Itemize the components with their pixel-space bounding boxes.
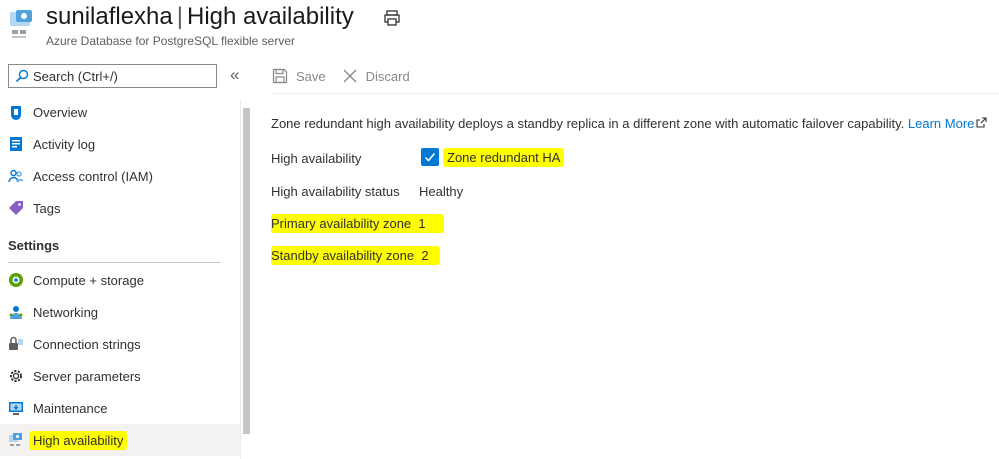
networking-icon (8, 304, 24, 320)
tag-icon (8, 200, 24, 216)
sidebar-item-overview[interactable]: Overview (0, 96, 240, 128)
zone-redundant-ha-checkbox[interactable] (421, 148, 439, 166)
sidebar-item-label: Overview (33, 104, 88, 120)
ha-label: High availability (271, 151, 362, 166)
sidebar-item-label: Server parameters (33, 368, 141, 384)
sidebar-item-compute-storage[interactable]: Compute + storage (0, 264, 240, 296)
sidebar-item-label: Tags (33, 200, 61, 216)
postgres-elephant-icon (8, 104, 24, 120)
learn-more-label: Learn More (907, 116, 975, 131)
primary-zone-value: 1 (418, 216, 426, 231)
primary-zone-highlight: Primary availability zone 1 (271, 214, 445, 233)
standby-zone-row: Standby availability zone 2 (271, 246, 440, 265)
compute-storage-icon (8, 272, 24, 288)
search-input[interactable] (33, 68, 203, 84)
ha-description: Zone redundant high availability deploys… (271, 116, 987, 131)
page-subtitle: Azure Database for PostgreSQL flexible s… (46, 34, 296, 48)
connection-strings-icon (8, 336, 24, 352)
sidebar-item-label: Networking (33, 304, 99, 320)
resource-menu: « Overview Activity log Access control (… (0, 56, 252, 459)
sidebar-item-networking[interactable]: Networking (0, 296, 240, 328)
save-label: Save (296, 68, 326, 84)
sidebar-item-high-availability[interactable]: High availability (0, 424, 240, 456)
sidebar-item-label: Compute + storage (33, 272, 144, 288)
page-title: sunilaflexha | High availability (46, 3, 354, 31)
sidebar-item-connection-strings[interactable]: Connection strings (0, 328, 240, 360)
save-icon (272, 68, 288, 84)
postgres-flexible-server-icon (10, 10, 32, 38)
sidebar-item-label: Activity log (33, 136, 96, 152)
sidebar-item-access-control[interactable]: Access control (IAM) (0, 160, 240, 192)
primary-zone-row: Primary availability zone 1 (271, 214, 445, 233)
close-icon (343, 69, 357, 83)
search-box[interactable] (8, 64, 217, 88)
sidebar-item-label: High availability (29, 430, 128, 450)
primary-zone-label: Primary availability zone (271, 216, 412, 231)
settings-section-heading: Settings (8, 238, 60, 253)
sidebar-item-label: Connection strings (33, 336, 141, 352)
resource-name: sunilaflexha (46, 3, 173, 30)
sidebar-item-label: Maintenance (33, 400, 108, 416)
zone-redundant-ha-text: Zone redundant HA (443, 148, 565, 167)
ha-description-text: Zone redundant high availability deploys… (271, 116, 905, 131)
sidebar-scrollbar-thumb[interactable] (243, 108, 250, 434)
external-link-icon (976, 117, 987, 128)
collapse-menu-button[interactable]: « (230, 65, 239, 85)
save-button[interactable]: Save (272, 68, 326, 84)
activity-log-icon (8, 136, 24, 152)
discard-button[interactable]: Discard (342, 68, 410, 84)
sidebar-item-maintenance[interactable]: Maintenance (0, 392, 240, 424)
print-icon[interactable] (383, 9, 401, 27)
title-separator: | (176, 3, 183, 30)
maintenance-icon (8, 400, 24, 416)
command-bar: Save Discard (272, 64, 426, 88)
section-divider (8, 262, 220, 263)
page-header: sunilaflexha | High availability Azure Dat… (0, 0, 999, 56)
sidebar-item-activity-log[interactable]: Activity log (0, 128, 240, 160)
iam-people-icon (8, 168, 24, 184)
standby-zone-value: 2 (421, 248, 429, 263)
sidebar-item-tags[interactable]: Tags (0, 192, 240, 224)
ha-status-value: Healthy (419, 184, 464, 199)
zone-redundant-ha-label[interactable]: Zone redundant HA (443, 148, 565, 167)
ha-status-label: High availability status (271, 184, 400, 199)
checkmark-icon (424, 153, 436, 162)
sidebar-item-label: Access control (IAM) (33, 168, 153, 184)
search-icon (15, 69, 29, 83)
toolbar-divider (272, 93, 999, 94)
standby-zone-highlight: Standby availability zone 2 (271, 246, 440, 265)
gear-icon (8, 368, 24, 384)
learn-more-link[interactable]: Learn More (908, 116, 987, 131)
standby-zone-label: Standby availability zone (271, 248, 415, 263)
sidebar-item-server-parameters[interactable]: Server parameters (0, 360, 240, 392)
high-availability-icon (8, 432, 24, 448)
blade-name: High availability (186, 3, 354, 30)
discard-label: Discard (365, 68, 410, 84)
